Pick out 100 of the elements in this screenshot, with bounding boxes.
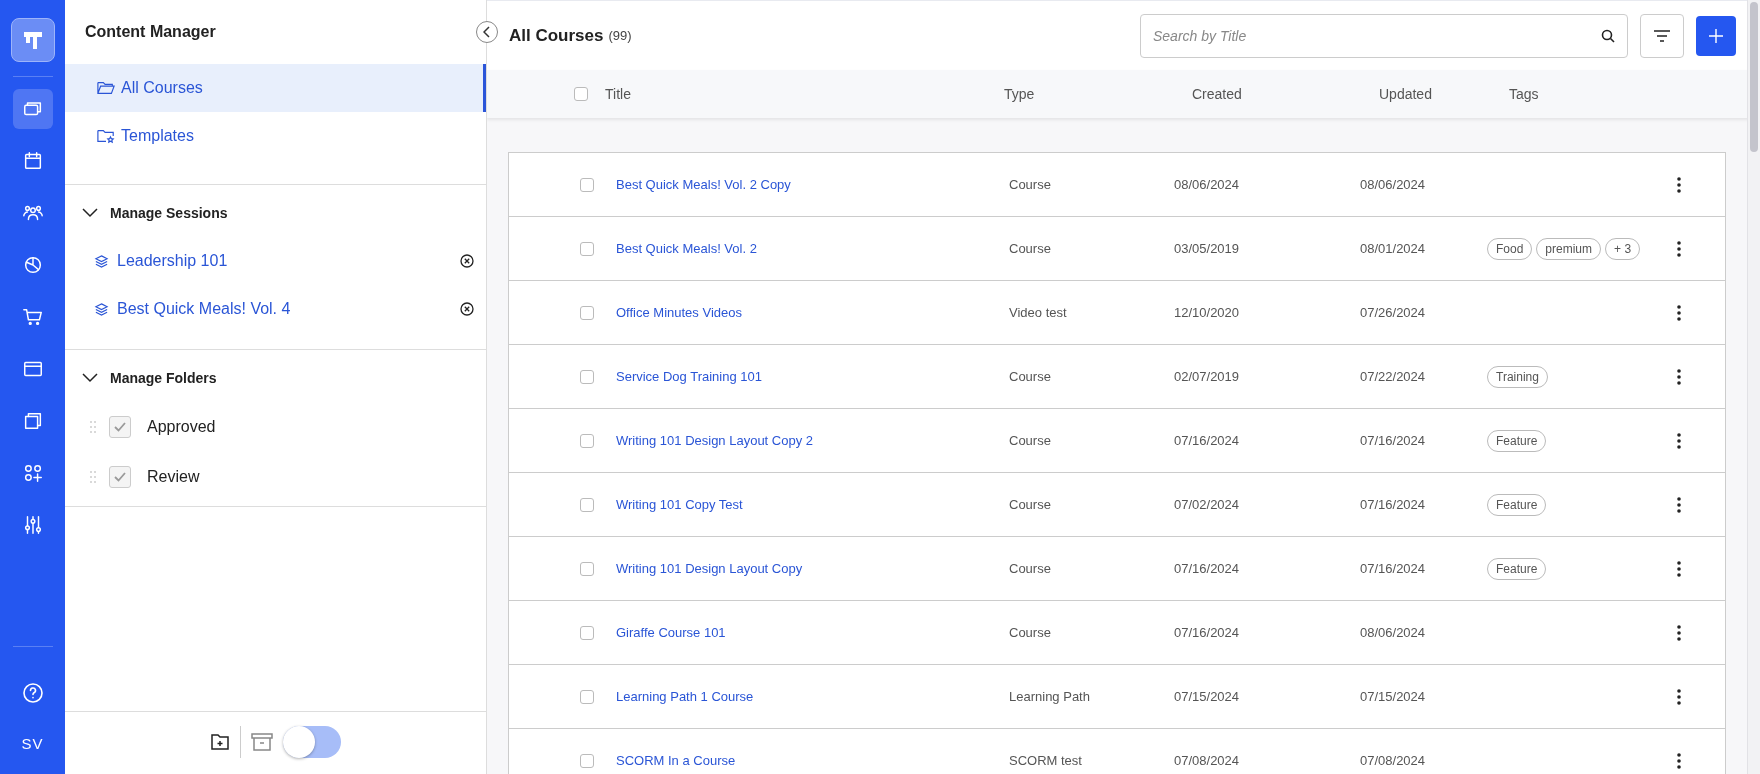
row-checkbox[interactable] (580, 561, 594, 576)
rail-item[interactable] (12, 89, 53, 129)
add-button[interactable] (1696, 15, 1736, 56)
table-cell-text: 07/16/2024 (1174, 433, 1241, 448)
page-title: All Courses (509, 25, 604, 46)
row-checkbox[interactable] (580, 177, 594, 192)
table-cell-text: Course (1009, 369, 1052, 384)
table-cell-text: 07/22/2024 (1360, 369, 1427, 384)
course-title-link[interactable]: Best Quick Meals! Vol. 2 (616, 241, 757, 256)
drag-handle-icon[interactable] (89, 470, 97, 484)
folder-icon (97, 80, 115, 96)
chevron-left-icon (483, 26, 491, 38)
table-cell-text: 08/06/2024 (1360, 625, 1427, 640)
checkbox[interactable] (109, 466, 131, 488)
session-link[interactable]: Leadership 101 (94, 252, 228, 270)
select-all-checkbox[interactable] (574, 87, 588, 101)
more-options-icon[interactable] (1677, 496, 1681, 513)
table-cell-text: Course (1009, 561, 1052, 576)
scrollbar-thumb[interactable] (1750, 2, 1758, 152)
chevron-icon[interactable] (82, 373, 98, 383)
course-title-link[interactable]: Giraffe Course 101 (616, 625, 726, 640)
remove-icon[interactable] (460, 302, 474, 316)
row-checkbox[interactable] (580, 433, 594, 448)
section-title: Manage Folders (110, 370, 217, 386)
table-cell-text: 07/08/2024 (1360, 753, 1427, 768)
course-title-link[interactable]: Writing 101 Design Layout Copy 2 (616, 433, 814, 448)
new-folder-icon[interactable] (210, 733, 230, 751)
course-title-link[interactable]: Service Dog Training 101 (616, 369, 762, 384)
drag-handle-icon[interactable] (89, 420, 97, 434)
archive-box-icon[interactable] (251, 732, 273, 752)
course-title-link[interactable]: Learning Path 1 Course (616, 689, 754, 704)
help-icon[interactable] (20, 681, 45, 705)
more-options-icon[interactable] (1677, 560, 1681, 577)
check-icon (113, 471, 127, 483)
column-header[interactable]: Type (1004, 86, 1192, 102)
column-header[interactable]: Created (1192, 86, 1379, 102)
table-cell-text: 08/01/2024 (1360, 241, 1427, 256)
search-icon[interactable] (1601, 28, 1615, 43)
filter-icon (1653, 29, 1671, 42)
table-cell-text: 08/06/2024 (1174, 177, 1241, 192)
table-cell-text: 08/06/2024 (1360, 177, 1427, 192)
layers-icon (94, 301, 109, 317)
row-checkbox[interactable] (580, 305, 594, 320)
column-header[interactable]: Updated (1379, 86, 1509, 102)
row-checkbox[interactable] (580, 753, 594, 768)
column-header[interactable]: Tags (1509, 86, 1539, 102)
table-cell-text: 07/16/2024 (1174, 561, 1241, 576)
table-cell-text: 07/16/2024 (1360, 433, 1427, 448)
more-options-icon[interactable] (1677, 240, 1681, 257)
row-checkbox[interactable] (580, 689, 594, 704)
course-title-link[interactable]: Office Minutes Videos (616, 305, 742, 320)
table-cell-text: SCORM test (1009, 753, 1083, 768)
more-options-icon[interactable] (1677, 624, 1681, 641)
course-title-link[interactable]: Writing 101 Design Layout Copy (616, 561, 803, 576)
folder-nav-item[interactable]: All Courses (65, 64, 486, 112)
plus-icon (1708, 27, 1724, 44)
toggle-switch[interactable] (283, 726, 341, 758)
table-cell-text: 07/26/2024 (1360, 305, 1427, 320)
table-cell-text: 07/08/2024 (1174, 753, 1241, 768)
layers-icon (94, 253, 109, 269)
column-header[interactable]: Title (605, 86, 1004, 102)
course-count: (99) (608, 28, 633, 43)
user-initials[interactable]: SV (21, 735, 44, 752)
course-title-link[interactable]: Writing 101 Copy Test (616, 497, 743, 512)
table-cell-text: Video test (1009, 305, 1068, 320)
session-link[interactable]: Best Quick Meals! Vol. 4 (94, 300, 291, 318)
table-cell-text: Course (1009, 497, 1052, 512)
course-title-link[interactable]: SCORM In a Course (616, 753, 736, 768)
table-cell-text: Course (1009, 241, 1052, 256)
checkbox[interactable] (109, 416, 131, 438)
filter-button[interactable] (1640, 13, 1684, 58)
logo[interactable] (10, 18, 55, 62)
folder-nav-item[interactable]: Templates (65, 112, 486, 160)
table-cell-text: 07/16/2024 (1360, 497, 1427, 512)
table-cell-text: 07/02/2024 (1174, 497, 1241, 512)
more-options-icon[interactable] (1677, 304, 1681, 321)
chevron-icon[interactable] (82, 208, 98, 218)
sidebar-title: Content Manager (85, 23, 216, 41)
table-cell-text: 07/16/2024 (1174, 625, 1241, 640)
collapse-button[interactable] (476, 21, 498, 43)
more-options-icon[interactable] (1677, 752, 1681, 769)
cart-icon (21, 306, 44, 328)
table-cell-text: Course (1009, 177, 1052, 192)
course-title-link[interactable]: Best Quick Meals! Vol. 2 Copy (616, 177, 791, 192)
table-cell-text: 07/16/2024 (1360, 561, 1427, 576)
row-checkbox[interactable] (580, 625, 594, 640)
more-options-icon[interactable] (1677, 432, 1681, 449)
table-cell-text: 12/10/2020 (1174, 305, 1241, 320)
row-checkbox[interactable] (580, 497, 594, 512)
table-cell-text: Learning Path (1009, 689, 1091, 704)
more-options-icon[interactable] (1677, 176, 1681, 193)
table-cell-text: Course (1009, 625, 1052, 640)
more-options-icon[interactable] (1677, 688, 1681, 705)
more-options-icon[interactable] (1677, 368, 1681, 385)
check-icon (113, 421, 127, 433)
table-cell-text: Course (1009, 433, 1052, 448)
row-checkbox[interactable] (580, 369, 594, 384)
row-checkbox[interactable] (580, 241, 594, 256)
remove-icon[interactable] (460, 254, 474, 268)
search-field[interactable]: Search by Title (1140, 13, 1628, 58)
